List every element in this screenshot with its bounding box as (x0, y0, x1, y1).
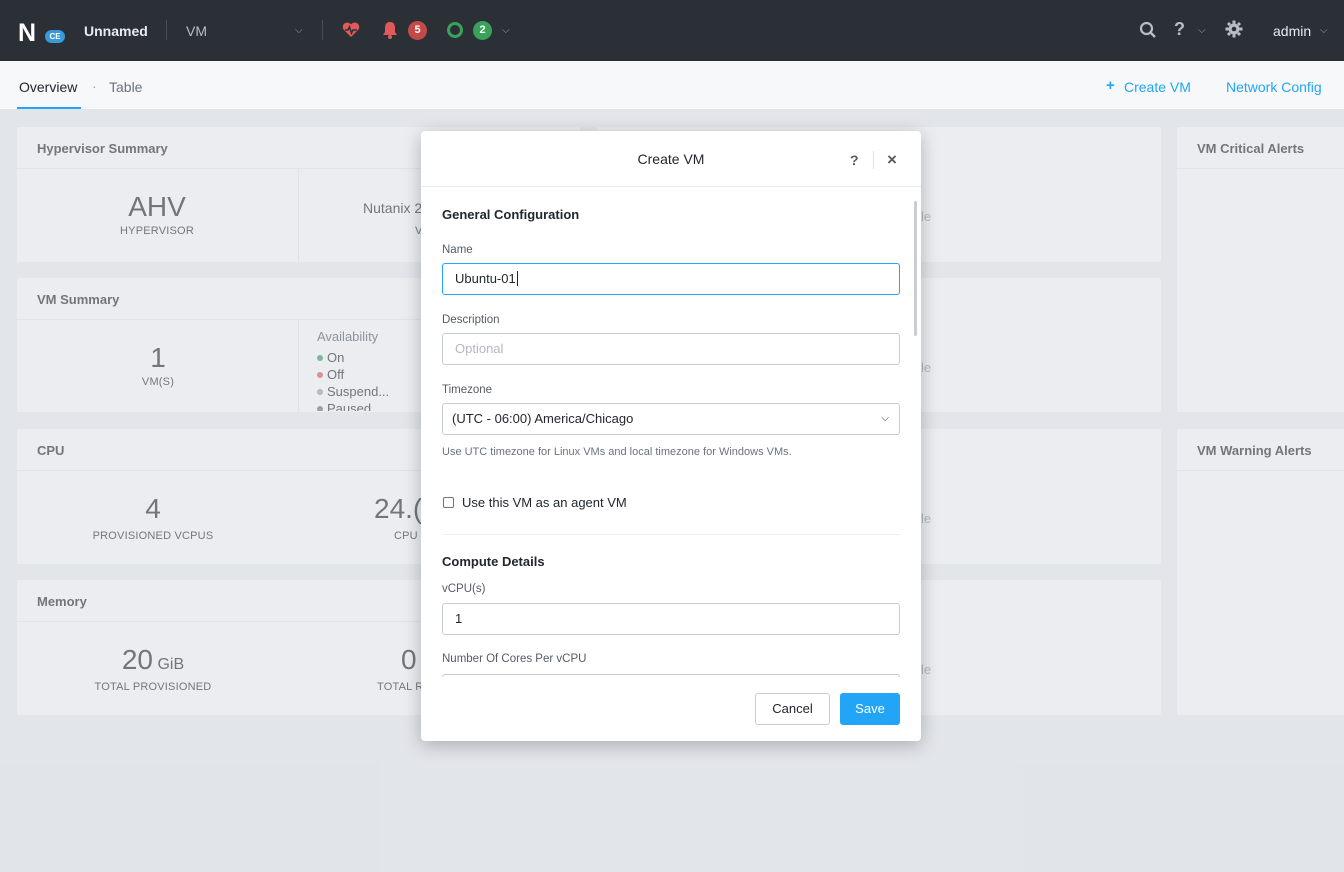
create-vm-dialog: Create VM ? × General Configuration Name… (421, 131, 921, 741)
create-vm-link[interactable]: Create VM (1124, 79, 1191, 95)
active-tab-indicator (17, 107, 81, 109)
search-icon[interactable] (1139, 21, 1157, 44)
dialog-header: Create VM ? × (421, 131, 921, 187)
chevron-down-icon[interactable]: ⌵ (295, 25, 303, 36)
section-dropdown[interactable]: VM (186, 23, 207, 39)
name-label: Name (442, 244, 473, 256)
vcpu-input[interactable]: 1 (442, 603, 900, 635)
gear-icon[interactable] (1225, 20, 1243, 43)
tab-table[interactable]: Table (109, 79, 142, 95)
agent-vm-label[interactable]: Use this VM as an agent VM (462, 495, 627, 510)
tab-overview[interactable]: Overview (19, 79, 77, 95)
nutanix-logo[interactable]: N CE (18, 19, 66, 47)
divider (442, 534, 900, 535)
timezone-label: Timezone (442, 384, 493, 396)
cluster-name[interactable]: Unnamed (84, 23, 148, 39)
cores-per-vcpu-label: Number Of Cores Per vCPU (442, 653, 587, 665)
scrollbar[interactable] (914, 201, 917, 336)
tasks-status-icon[interactable] (447, 22, 463, 38)
help-icon[interactable]: ? (1174, 19, 1185, 40)
description-label: Description (442, 314, 500, 326)
health-heart-icon[interactable] (341, 20, 361, 45)
dialog-title: Create VM (637, 151, 705, 167)
divider (166, 20, 167, 40)
cancel-button[interactable]: Cancel (755, 693, 830, 725)
close-icon[interactable]: × (887, 150, 897, 170)
ce-badge: CE (45, 30, 65, 43)
name-input[interactable]: Ubuntu-01 (442, 263, 900, 295)
bell-icon[interactable] (381, 20, 399, 45)
timezone-hint: Use UTC timezone for Linux VMs and local… (442, 446, 792, 458)
chevron-down-icon[interactable]: ⌵ (1320, 25, 1328, 36)
chevron-down-icon[interactable]: ⌵ (502, 25, 510, 36)
alerts-count-badge[interactable]: 5 (408, 21, 427, 40)
description-input[interactable]: Optional (442, 333, 900, 365)
help-icon[interactable]: ? (850, 152, 859, 168)
timezone-select[interactable]: (UTC - 06:00) America/Chicago ⌵ (442, 403, 900, 435)
compute-details-heading: Compute Details (442, 554, 545, 569)
sub-navigation: Overview · Table + Create VM Network Con… (0, 61, 1344, 110)
agent-vm-checkbox[interactable] (443, 497, 454, 508)
logo-letter: N (18, 19, 36, 47)
plus-icon[interactable]: + (1106, 77, 1115, 94)
top-navbar: N CE Unnamed VM ⌵ 5 2 ⌵ ? ⌵ admin ⌵ (0, 0, 1344, 61)
text-cursor (516, 271, 518, 286)
save-button[interactable]: Save (840, 693, 900, 725)
timezone-value: (UTC - 06:00) America/Chicago (452, 411, 634, 426)
tasks-count-badge[interactable]: 2 (473, 21, 492, 40)
user-menu[interactable]: admin (1273, 23, 1311, 39)
divider (873, 151, 874, 169)
dialog-body[interactable]: General Configuration Name Ubuntu-01 Des… (421, 188, 921, 677)
network-config-link[interactable]: Network Config (1226, 79, 1322, 95)
dialog-footer: Cancel Save (421, 677, 921, 741)
divider (322, 20, 323, 40)
tab-separator: · (92, 78, 97, 94)
general-configuration-heading: General Configuration (442, 207, 580, 222)
chevron-down-icon: ⌵ (881, 413, 889, 424)
chevron-down-icon[interactable]: ⌵ (1198, 25, 1206, 36)
vcpu-label: vCPU(s) (442, 583, 486, 595)
